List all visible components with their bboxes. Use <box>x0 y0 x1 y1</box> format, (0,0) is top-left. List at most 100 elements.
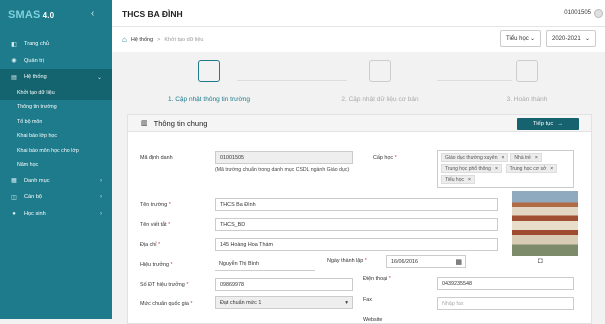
required-mark: * <box>168 202 171 208</box>
chevron-down-icon: ⌄ <box>584 36 590 42</box>
arrow-right-icon: → <box>557 121 564 127</box>
step-3[interactable]: 3. Hoàn thành <box>467 60 587 103</box>
sidebar-subitem-init-data[interactable]: Khởi tạo dữ liệu <box>0 85 112 100</box>
close-icon[interactable]: × <box>550 166 553 172</box>
sidebar-item-label: Quản trị <box>24 57 44 64</box>
level-tags-field[interactable]: Giáo dục thường xuyên × Nhà trẻ × Trung học… <box>437 150 574 188</box>
breadcrumb: ⌂ Hệ thống > Khởi tạo dữ liệu <box>122 35 203 44</box>
level-tag-label: Giáo dục thường xuyên <box>445 154 498 161</box>
school-title: THCS BA ĐÌNH <box>122 9 183 19</box>
principal-input[interactable]: Nguyễn Thị Bình <box>215 258 315 271</box>
chevron-right-icon: › <box>100 194 102 201</box>
app-logo[interactable]: SMAS 4.0 <box>8 7 54 23</box>
sidebar-item-label: Hệ thống <box>24 74 47 81</box>
short-name-label: Tên viết tắt * <box>140 222 170 228</box>
avatar[interactable] <box>594 9 603 18</box>
sidebar-item-label: Học sinh <box>24 210 46 217</box>
phone-input[interactable]: 0439235548 <box>437 277 574 290</box>
step-label: 2. Cập nhật dữ liệu cơ bản <box>341 96 419 103</box>
level-label: Cấp học * <box>373 155 397 161</box>
logo-text: SMAS <box>8 9 41 21</box>
panel-title: Thông tin chung <box>153 118 208 128</box>
code-note: (Mã trường chuẩn trong danh mục CSDL ngà… <box>215 167 350 173</box>
continue-button-label: Tiếp tục <box>532 121 554 127</box>
wizard-steps: 1. Cập nhật thông tin trường 2. Cập nhật… <box>112 60 605 110</box>
principal-phone-input[interactable]: 09869978 <box>215 278 353 291</box>
checklist-icon <box>198 60 220 82</box>
caret-down-icon: ▾ <box>345 299 348 306</box>
founded-date-value: 16/06/2016 <box>391 258 418 265</box>
home-icon[interactable]: ⌂ <box>122 35 127 44</box>
check-icon <box>516 60 538 82</box>
standard-select[interactable]: Đạt chuẩn mức 1 ▾ <box>215 296 353 309</box>
grid-icon: ▦ <box>11 178 17 185</box>
step-label: 1. Cập nhật thông tin trường <box>168 96 250 103</box>
required-mark: * <box>388 276 391 282</box>
fax-input[interactable]: Nhập fax <box>437 297 574 310</box>
required-mark: * <box>157 242 161 248</box>
top-bar: THCS BA ĐÌNH 01001505 <box>112 0 605 27</box>
sidebar-item-staff[interactable]: ◫ Cán bộ › <box>0 189 112 206</box>
required-mark: * <box>394 155 397 161</box>
code-label: Mã định danh <box>140 155 173 161</box>
standard-label: Mức chuẩn quốc gia * <box>140 301 192 307</box>
sidebar-item-home[interactable]: ◧ Trang chủ <box>0 36 112 53</box>
student-icon: ● <box>12 210 16 217</box>
sidebar-subitem-school-year[interactable]: Năm học <box>0 158 112 173</box>
step-label: 3. Hoàn thành <box>506 96 548 103</box>
close-icon[interactable]: × <box>495 166 498 172</box>
admin-icon: ◉ <box>11 58 17 65</box>
level-tag: Trung học phổ thông × <box>441 164 502 173</box>
staff-icon: ◫ <box>11 194 17 201</box>
sidebar-subitem-school-info[interactable]: Thông tin trường <box>0 100 112 115</box>
sidebar-item-students[interactable]: ● Học sinh › <box>0 206 112 223</box>
sidebar-item-categories[interactable]: ▦ Danh mục › <box>0 173 112 190</box>
sidebar-menu: ◧ Trang chủ ◉ Quản trị ▤ Hệ thống ⌄ Khởi tạo… <box>0 36 112 222</box>
close-icon[interactable]: × <box>468 177 471 183</box>
step-1[interactable]: 1. Cập nhật thông tin trường <box>149 60 269 103</box>
continue-button[interactable]: Tiếp tục → <box>517 118 579 130</box>
level-select[interactable]: Tiểu học ⌄ <box>500 30 541 47</box>
user-id[interactable]: 01001505 <box>564 10 591 16</box>
camera-icon[interactable]: ◘ <box>538 256 543 265</box>
sidebar-subitem-departments[interactable]: Tổ bộ môn <box>0 115 112 130</box>
code-field: 01001505 <box>215 151 353 164</box>
chevron-right-icon: › <box>100 210 102 217</box>
breadcrumb-item[interactable]: Hệ thống <box>131 37 153 43</box>
standard-select-value: Đạt chuẩn mức 1 <box>220 299 262 306</box>
required-mark: * <box>186 282 189 288</box>
address-input[interactable]: 145 Hoàng Hoa Thám <box>215 238 498 251</box>
sidebar-subitem-label: Khai báo môn học cho lớp <box>17 147 79 154</box>
year-select[interactable]: 2020-2021 ⌄ <box>546 30 596 47</box>
sidebar-subitem-label: Khởi tạo dữ liệu <box>17 89 55 96</box>
collapse-sidebar-icon[interactable]: ‹ <box>91 8 94 19</box>
name-label: Tên trường * <box>140 202 171 208</box>
year-select-value: 2020-2021 <box>552 35 581 42</box>
level-tag-label: Nhà trẻ <box>514 154 531 161</box>
short-name-label-text: Tên viết tắt <box>140 222 167 228</box>
sidebar-subitem-label: Thông tin trường <box>17 104 57 111</box>
sidebar-subitem-class-subjects[interactable]: Khai báo môn học cho lớp <box>0 144 112 159</box>
principal-phone-label: Số ĐT hiệu trưởng * <box>140 282 188 288</box>
sidebar-subitem-label: Tổ bộ môn <box>17 118 43 125</box>
sidebar-subitem-classes[interactable]: Khai báo lớp học <box>0 129 112 144</box>
level-tag: Tiểu học × <box>441 175 475 184</box>
website-label: Website <box>363 317 383 323</box>
short-name-input[interactable]: THCS_BD <box>215 218 498 231</box>
step-2[interactable]: 2. Cập nhật dữ liệu cơ bản <box>320 60 440 103</box>
principal-phone-label-text: Số ĐT hiệu trưởng <box>140 282 185 288</box>
close-icon[interactable]: × <box>502 155 505 161</box>
document-icon <box>369 60 391 82</box>
sidebar-item-admin[interactable]: ◉ Quản trị <box>0 53 112 70</box>
chevron-right-icon: › <box>100 177 102 184</box>
sidebar-item-system[interactable]: ▤ Hệ thống ⌄ <box>0 69 112 86</box>
founded-label: Ngày thành lập * <box>327 258 367 264</box>
level-tag-label: Trung học phổ thông <box>445 165 491 172</box>
bank-icon: ▥ <box>141 120 148 127</box>
sidebar-item-label: Cán bộ <box>24 194 43 201</box>
calendar-icon[interactable]: ▦ <box>455 258 462 266</box>
close-icon[interactable]: × <box>535 155 538 161</box>
school-name-input[interactable]: THCS Ba Đình <box>215 198 498 211</box>
sidebar-item-label: Danh mục <box>24 177 50 184</box>
founded-date-input[interactable]: 16/06/2016 ▦ <box>386 255 466 268</box>
